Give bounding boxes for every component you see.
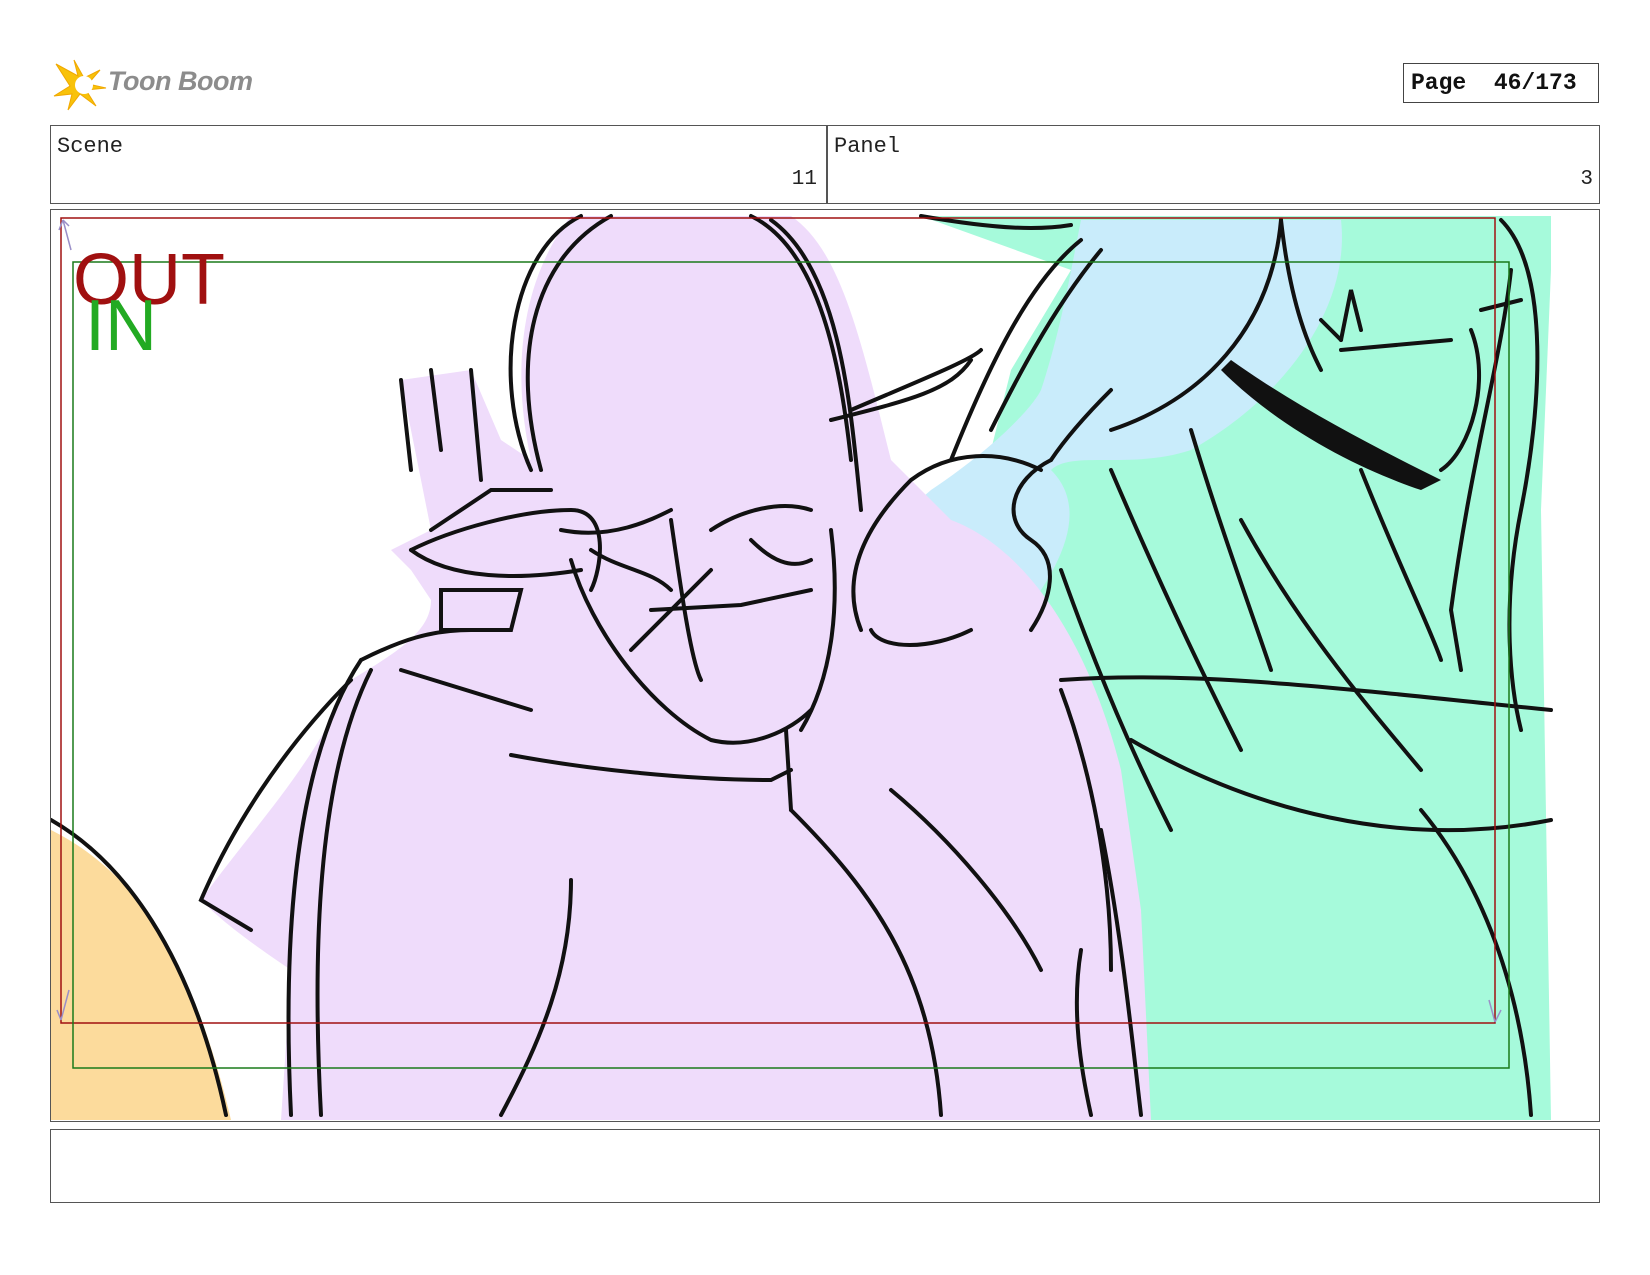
page-indicator: Page 46/173 [1403,63,1599,103]
scene-panel-header: Scene 11 Panel 3 [50,125,1600,204]
panel-label: Panel [834,134,901,159]
scene-label: Scene [57,134,124,159]
toon-boom-logo: Toon Boom [52,56,262,114]
orange-foreground-fill [51,830,231,1120]
page-label: Page [1411,70,1467,96]
in-label: IN [85,286,157,366]
starburst-icon [53,59,107,111]
logo-text: Toon Boom [108,66,253,96]
sketch-drawing: OUT IN [51,214,1553,1120]
page-value: 46/173 [1493,70,1577,96]
purple-character-fill [201,216,1151,1120]
panel-number: 3 [1580,168,1593,191]
scene-number: 11 [791,168,817,191]
storyboard-panel-image: OUT IN [50,209,1600,1122]
notes-box [50,1129,1600,1203]
header-divider [826,126,828,203]
